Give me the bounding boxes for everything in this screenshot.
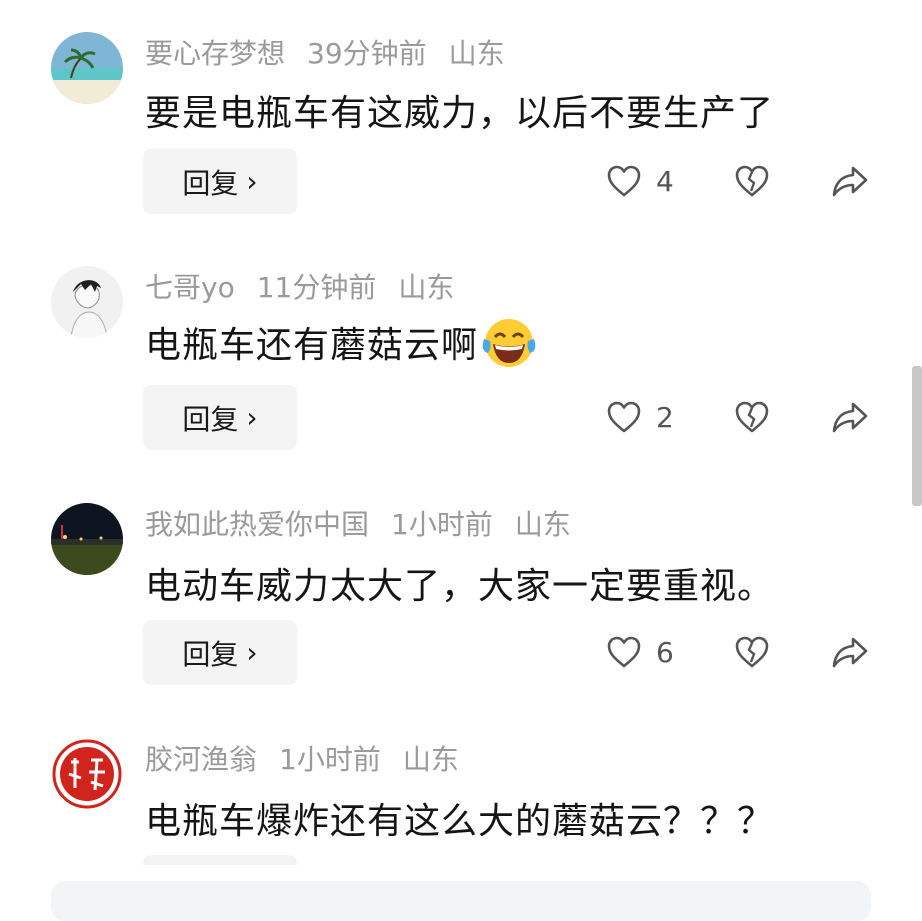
like-button[interactable]: 6: [606, 635, 674, 669]
reply-button[interactable]: 回复 ›: [143, 149, 297, 214]
timestamp: 1小时前: [279, 743, 381, 776]
reply-button[interactable]: 回复 ›: [143, 620, 297, 685]
like-count: 6: [656, 635, 674, 669]
share-arrow-icon: [832, 402, 868, 433]
comment-meta: 要心存梦想 39分钟前 山东: [145, 32, 527, 72]
like-button[interactable]: 4: [606, 164, 674, 198]
timestamp: 1小时前: [391, 508, 493, 541]
reply-button-partial: [143, 855, 297, 865]
reply-label: 回复: [182, 402, 239, 436]
broken-heart-icon: [735, 401, 769, 433]
avatar[interactable]: [51, 32, 123, 104]
reply-label: 回复: [182, 637, 239, 671]
timestamp: 39分钟前: [307, 37, 427, 70]
like-button[interactable]: 2: [606, 400, 674, 434]
comment-meta: 七哥yo 11分钟前 山东: [145, 266, 476, 306]
chevron-right-icon: ›: [246, 636, 258, 669]
reply-label: 回复: [182, 166, 239, 200]
avatar[interactable]: [51, 503, 123, 575]
comment-meta: 我如此热爱你中国 1小时前 山东: [145, 503, 593, 543]
share-arrow-icon: [832, 166, 868, 197]
laughing-tears-emoji: [480, 317, 538, 378]
username[interactable]: 要心存梦想: [145, 37, 285, 70]
timestamp: 11分钟前: [256, 271, 377, 304]
like-count: 4: [656, 164, 674, 198]
location: 山东: [402, 743, 459, 776]
location: 山东: [398, 271, 455, 304]
like-count: 2: [656, 400, 674, 434]
comment-text: 要是电瓶车有这威力，以后不要生产了: [145, 93, 775, 134]
share-button[interactable]: [831, 400, 869, 434]
username[interactable]: 七哥yo: [145, 271, 235, 304]
comment-text-body: 电瓶车还有蘑菇云啊: [145, 325, 479, 366]
dislike-button[interactable]: [734, 164, 770, 198]
comment-text: 电瓶车还有蘑菇云啊: [145, 316, 538, 378]
share-arrow-icon: [832, 637, 868, 668]
location: 山东: [448, 37, 505, 70]
comment-text: 电动车威力太大了，大家一定要重视。: [145, 566, 775, 607]
scrollbar[interactable]: [912, 366, 922, 506]
username[interactable]: 胶河渔翁: [145, 743, 257, 776]
heart-outline-icon: [607, 636, 641, 668]
username[interactable]: 我如此热爱你中国: [145, 508, 369, 541]
comment-input-bar[interactable]: [51, 881, 871, 921]
broken-heart-icon: [735, 636, 769, 668]
avatar[interactable]: [51, 266, 123, 338]
share-button[interactable]: [831, 635, 869, 669]
heart-outline-icon: [607, 401, 641, 433]
reply-button[interactable]: 回复 ›: [143, 385, 297, 450]
comment-meta: 胶河渔翁 1小时前 山东: [145, 738, 481, 778]
dislike-button[interactable]: [734, 400, 770, 434]
location: 山东: [514, 508, 571, 541]
chevron-right-icon: ›: [246, 401, 258, 434]
chevron-right-icon: ›: [246, 165, 258, 198]
comment-text: 电瓶车爆炸还有这么大的蘑菇云？？？: [145, 801, 775, 842]
heart-outline-icon: [607, 165, 641, 197]
avatar[interactable]: [51, 738, 123, 810]
broken-heart-icon: [735, 165, 769, 197]
share-button[interactable]: [831, 164, 869, 198]
dislike-button[interactable]: [734, 635, 770, 669]
